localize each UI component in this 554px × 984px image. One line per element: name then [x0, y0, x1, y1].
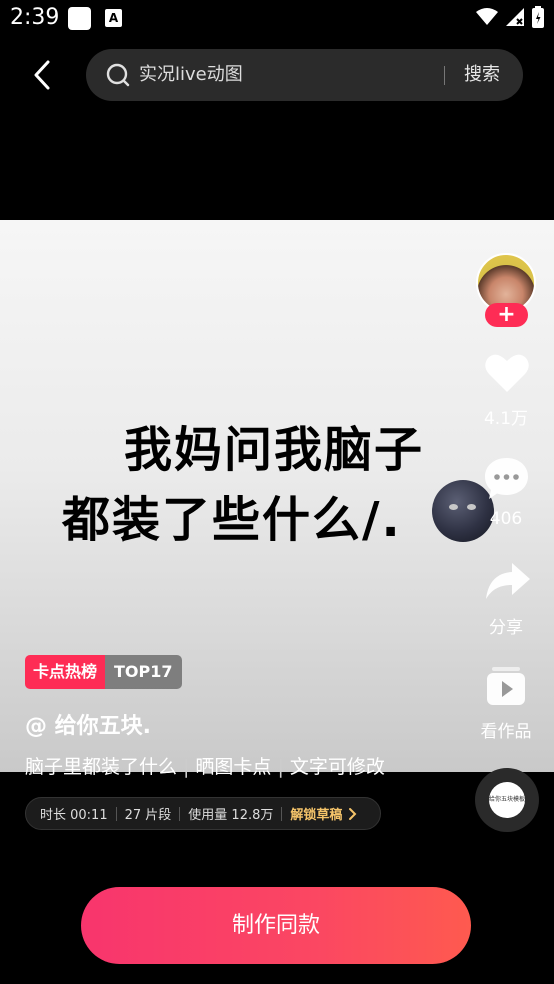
comment-icon[interactable] — [483, 456, 530, 501]
works-icon[interactable] — [486, 666, 526, 706]
share-label[interactable]: 分享 — [466, 613, 546, 638]
duration-info: 时长 00:11 — [40, 808, 108, 823]
template-thumbnail: 给你五块模板 — [489, 782, 525, 818]
comment-count: 406 — [489, 509, 523, 529]
meta-divider — [281, 806, 283, 821]
app-notification-icon — [68, 7, 91, 30]
battery-icon — [532, 6, 544, 28]
search-icon — [106, 63, 130, 87]
template-meta-bar[interactable]: 时长 00:11 27 片段 使用量 12.8万 解锁草稿 — [25, 797, 381, 830]
wifi-icon — [476, 8, 498, 25]
description-separator: | — [183, 756, 190, 778]
template-thumbnail-button[interactable]: 给你五块模板 — [475, 768, 539, 832]
make-same-button[interactable]: 制作同款 — [81, 887, 471, 964]
share-icon[interactable] — [484, 561, 531, 601]
status-icons — [476, 6, 544, 28]
author-name[interactable]: @ 给你五块. — [25, 708, 151, 740]
hot-rank-tag[interactable]: 卡点热榜 TOP17 — [25, 655, 182, 689]
chevron-left-icon — [34, 60, 50, 90]
description-separator: | — [277, 756, 284, 778]
a-notification-icon: A — [105, 9, 122, 27]
follow-button[interactable]: + — [485, 303, 528, 327]
video-description: 脑子里都装了什么 | 晒图卡点 | 文字可修改 — [25, 752, 385, 779]
description-part: 晒图卡点 — [195, 756, 272, 778]
like-count: 4.1万 — [483, 409, 529, 429]
search-input[interactable]: 实况live动图 — [139, 49, 243, 101]
meta-divider — [115, 806, 117, 821]
status-time: 2:39 — [10, 5, 60, 30]
back-button[interactable] — [28, 58, 58, 94]
video-caption-line2: 都装了些什么/. — [62, 492, 402, 548]
description-part: 脑子里都装了什么 — [25, 756, 178, 778]
status-bar: 2:39 A — [0, 0, 554, 38]
search-bar[interactable]: 实况live动图 搜索 — [86, 49, 523, 101]
works-label[interactable]: 看作品 — [466, 717, 546, 742]
description-part: 文字可修改 — [289, 756, 385, 778]
segments-info: 27 片段 — [124, 808, 172, 823]
usage-info: 使用量 12.8万 — [188, 808, 274, 823]
meta-divider — [179, 806, 181, 821]
video-player[interactable]: 我妈问我脑子 都装了些什么/. — [0, 220, 554, 772]
chevron-right-icon — [349, 807, 357, 820]
heart-icon[interactable] — [484, 352, 530, 394]
unlock-draft-link[interactable]: 解锁草稿 — [290, 804, 342, 823]
search-divider — [444, 66, 445, 85]
search-button[interactable]: 搜索 — [464, 49, 500, 101]
rank-label: TOP17 — [105, 655, 182, 689]
signal-icon — [506, 8, 524, 26]
hot-list-label: 卡点热榜 — [25, 655, 106, 689]
